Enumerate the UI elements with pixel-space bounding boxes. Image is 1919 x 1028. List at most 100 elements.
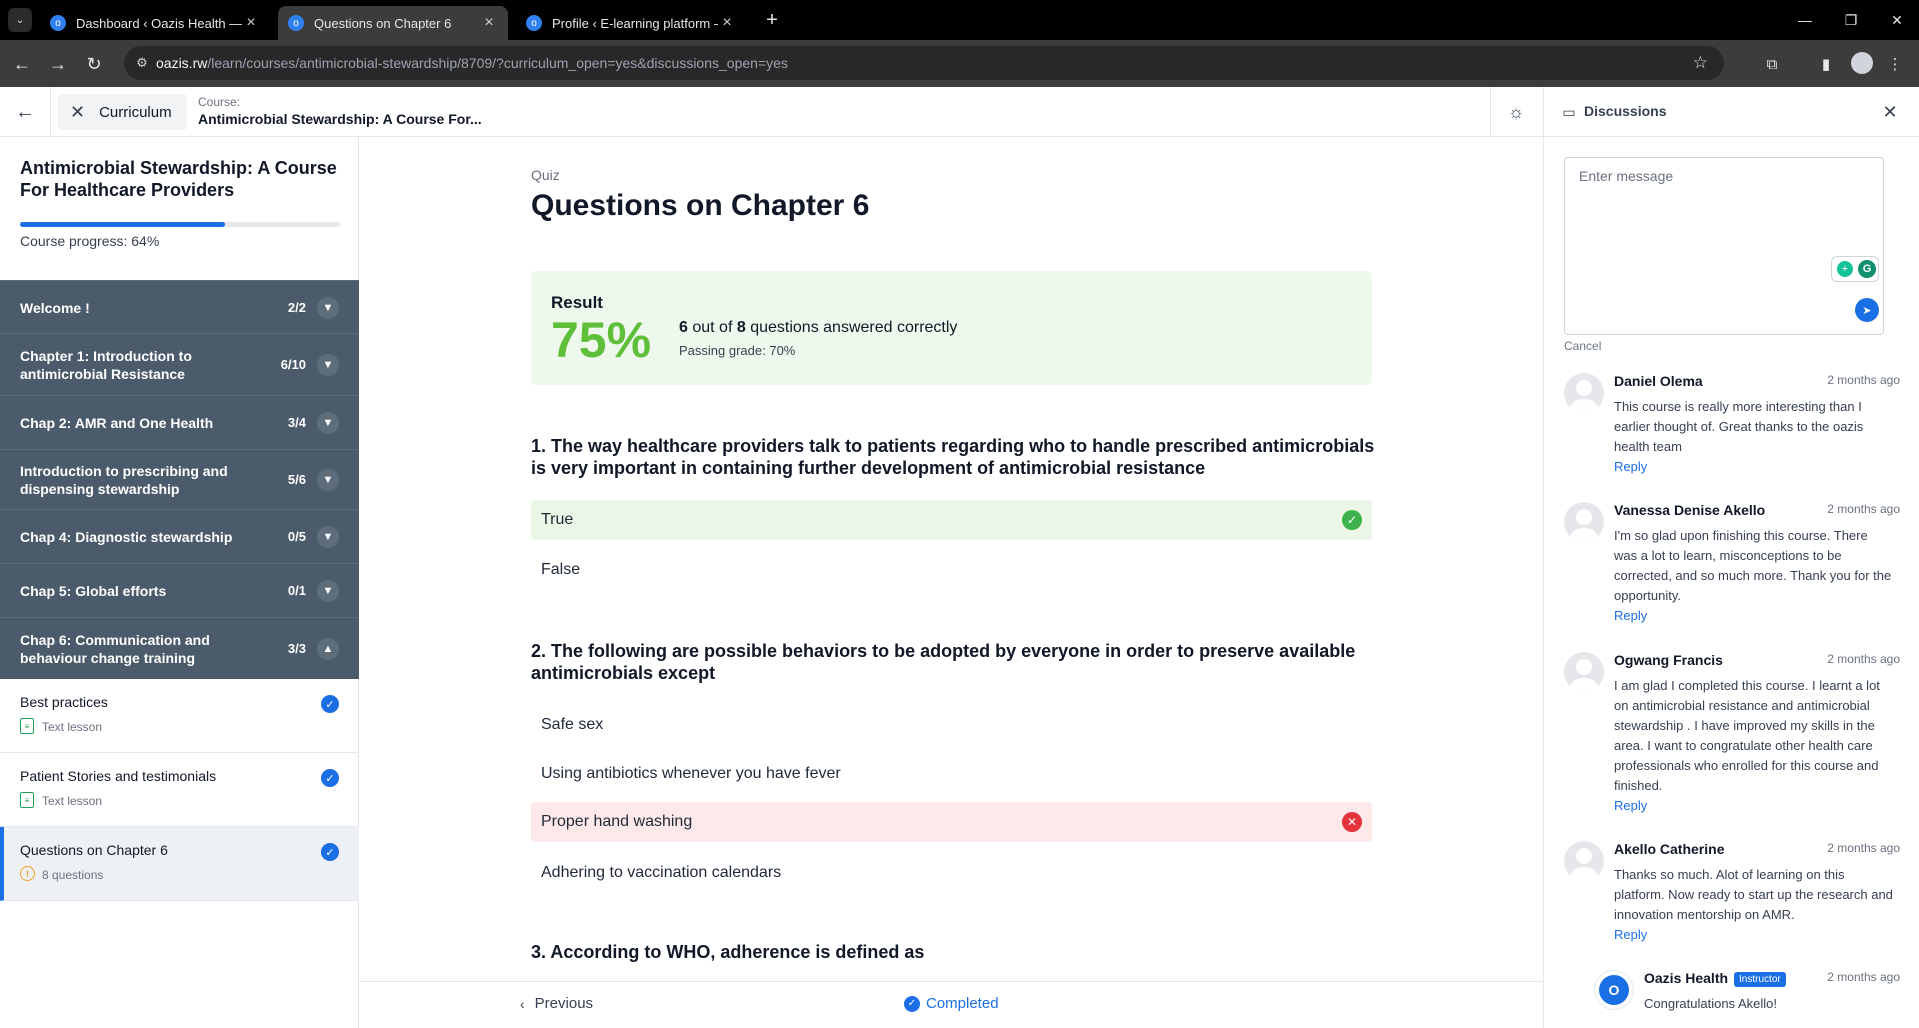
comment-time: 2 months ago: [1827, 970, 1900, 984]
section-chapter-4[interactable]: Chap 4: Diagnostic stewardship 0/5 ▼: [0, 509, 359, 563]
grammarly-logo-icon[interactable]: G: [1858, 260, 1876, 278]
answer-option-vaccination[interactable]: Adhering to vaccination calendars: [531, 853, 1372, 893]
section-title: Chap 2: AMR and One Health: [20, 415, 214, 431]
answer-option-safe-sex[interactable]: Safe sex: [531, 705, 1372, 745]
tab-close-icon[interactable]: ×: [480, 14, 498, 32]
reply-link[interactable]: Reply: [1614, 798, 1647, 813]
reply-link[interactable]: Reply: [1614, 927, 1647, 942]
section-chapter-6[interactable]: Chap 6: Communication and behaviour chan…: [0, 617, 359, 679]
browser-tab-dashboard[interactable]: o Dashboard ‹ Oazis Health — W ×: [40, 6, 270, 40]
question-2: 2. The following are possible behaviors …: [531, 641, 1356, 683]
chat-bubbles-icon: ▭: [1562, 103, 1576, 120]
message-composer: + G ➤: [1564, 157, 1884, 335]
lesson-item-best-practices[interactable]: Best practices ≡ Text lesson ✓: [0, 679, 359, 753]
browser-menu-icon[interactable]: ⋮: [1883, 52, 1907, 76]
tab-search-icon[interactable]: ⌄: [8, 8, 32, 32]
user-avatar: [1564, 841, 1604, 881]
lesson-item-questions-chapter-6[interactable]: Questions on Chapter 6 ! 8 questions ✓: [0, 827, 359, 901]
curriculum-toggle-button[interactable]: ✕ Curriculum: [58, 94, 187, 130]
extensions-icon[interactable]: ⧉: [1760, 52, 1784, 76]
section-chapter-3[interactable]: Introduction to prescribing and dispensi…: [0, 449, 359, 509]
bookmark-star-icon[interactable]: ☆: [1693, 53, 1708, 73]
browser-profile-avatar[interactable]: [1851, 52, 1873, 74]
chevron-up-icon[interactable]: ▲: [317, 638, 339, 660]
browser-tab-quiz[interactable]: o Questions on Chapter 6 ×: [278, 6, 508, 40]
grammarly-widget[interactable]: + G: [1831, 256, 1879, 282]
grammarly-plus-icon[interactable]: +: [1837, 261, 1853, 277]
tab-close-icon[interactable]: ×: [242, 14, 260, 32]
tab-close-icon[interactable]: ×: [718, 14, 736, 32]
page-title: Questions on Chapter 6: [531, 189, 870, 222]
tab-label: Questions on Chapter 6: [314, 15, 452, 31]
previous-button[interactable]: ‹ Previous: [520, 995, 593, 1012]
section-count: 3/4: [287, 415, 306, 430]
chevron-down-icon[interactable]: ▼: [317, 526, 339, 548]
site-info-icon[interactable]: ⚙: [134, 55, 150, 71]
chevron-down-icon[interactable]: ▼: [317, 354, 339, 376]
answer-option-false[interactable]: False: [531, 550, 1372, 590]
question-3: 3. According to WHO, adherence is define…: [531, 942, 925, 962]
chevron-down-icon[interactable]: ▼: [317, 412, 339, 434]
answer-option-hand-washing[interactable]: Proper hand washing ✕: [531, 802, 1372, 842]
answer-option-antibiotics-fever[interactable]: Using antibiotics whenever you have feve…: [531, 754, 1372, 794]
chevron-down-icon[interactable]: ▼: [317, 580, 339, 602]
minimize-icon[interactable]: —: [1793, 8, 1817, 32]
answer-option-true[interactable]: True ✓: [531, 500, 1372, 540]
section-count: 5/6: [287, 472, 306, 487]
quiz-icon: !: [20, 866, 35, 881]
reload-icon[interactable]: ↻: [82, 52, 106, 76]
sun-theme-icon[interactable]: ☼: [1504, 100, 1528, 124]
section-count: 6/10: [280, 357, 306, 372]
comment-author: Ogwang Francis: [1614, 652, 1723, 668]
discussions-panel: ▭ Discussions ✕ + G ➤ Cancel Daniel Olem…: [1543, 87, 1919, 1028]
site-favicon-icon: o: [50, 15, 66, 31]
comment-author: Oazis Health Instructor: [1644, 970, 1786, 987]
chevron-down-icon[interactable]: ▼: [317, 469, 339, 491]
tab-label: Profile ‹ E-learning platform —: [552, 15, 718, 31]
url-text: oazis.rw/learn/courses/antimicrobial-ste…: [156, 55, 788, 71]
section-chapter-1[interactable]: Chapter 1: Introduction to antimicrobial…: [0, 333, 359, 395]
tab-label: Dashboard ‹ Oazis Health — W: [76, 15, 242, 31]
comment-text: Thanks so much. Alot of learning on this…: [1614, 867, 1893, 922]
lesson-footer-nav: ‹ Previous ✓ Completed: [360, 981, 1543, 1028]
section-welcome[interactable]: Welcome ! 2/2 ▼: [0, 280, 359, 333]
document-icon: ≡: [20, 792, 34, 808]
course-header: ← ✕ Curriculum Course: Antimicrobial Ste…: [0, 87, 1543, 137]
section-count: 3/3: [287, 641, 306, 656]
reply-link[interactable]: Reply: [1614, 459, 1647, 474]
comment-text: Congratulations Akello!: [1644, 996, 1777, 1011]
lesson-title: Patient Stories and testimonials: [20, 768, 217, 784]
window-close-icon[interactable]: ✕: [1885, 8, 1909, 32]
lesson-title: Questions on Chapter 6: [20, 842, 168, 858]
result-card: Result 75% 6 out of 8 questions answered…: [531, 271, 1372, 385]
answer-text: True: [541, 511, 574, 528]
quiz-content: Quiz Questions on Chapter 6 Result 75% 6…: [360, 137, 1543, 981]
section-chapter-2[interactable]: Chap 2: AMR and One Health 3/4 ▼: [0, 395, 359, 449]
back-arrow-icon[interactable]: ←: [12, 99, 38, 125]
cancel-button[interactable]: Cancel: [1564, 339, 1601, 353]
comment-time: 2 months ago: [1827, 502, 1900, 516]
comment-author: Vanessa Denise Akello: [1614, 502, 1766, 518]
side-panel-icon[interactable]: ▮: [1814, 52, 1838, 76]
address-bar[interactable]: ⚙ oazis.rw/learn/courses/antimicrobial-s…: [124, 46, 1724, 80]
completed-label: Completed: [926, 995, 999, 1012]
user-avatar: [1564, 373, 1604, 413]
section-chapter-5[interactable]: Chap 5: Global efforts 0/1 ▼: [0, 563, 359, 617]
back-icon[interactable]: ←: [10, 52, 34, 76]
correct-check-icon: ✓: [1342, 510, 1362, 530]
lesson-item-patient-stories[interactable]: Patient Stories and testimonials ≡ Text …: [0, 753, 359, 827]
course-name: Antimicrobial Stewardship: A Course For.…: [198, 111, 482, 127]
message-input[interactable]: [1565, 158, 1883, 334]
chevron-down-icon[interactable]: ▼: [317, 297, 339, 319]
lesson-type: Text lesson: [42, 794, 103, 808]
send-icon[interactable]: ➤: [1855, 298, 1879, 322]
restore-icon[interactable]: ❐: [1839, 8, 1863, 32]
new-tab-icon[interactable]: +: [760, 8, 784, 32]
answer-text: Safe sex: [541, 716, 604, 733]
forward-icon[interactable]: →: [46, 52, 70, 76]
close-discussions-icon[interactable]: ✕: [1878, 100, 1902, 124]
reply-link[interactable]: Reply: [1614, 608, 1647, 623]
section-title: Chap 6: Communication and behaviour chan…: [20, 632, 210, 666]
section-title: Introduction to prescribing and dispensi…: [20, 463, 228, 497]
browser-tab-profile[interactable]: o Profile ‹ E-learning platform — ×: [516, 6, 746, 40]
